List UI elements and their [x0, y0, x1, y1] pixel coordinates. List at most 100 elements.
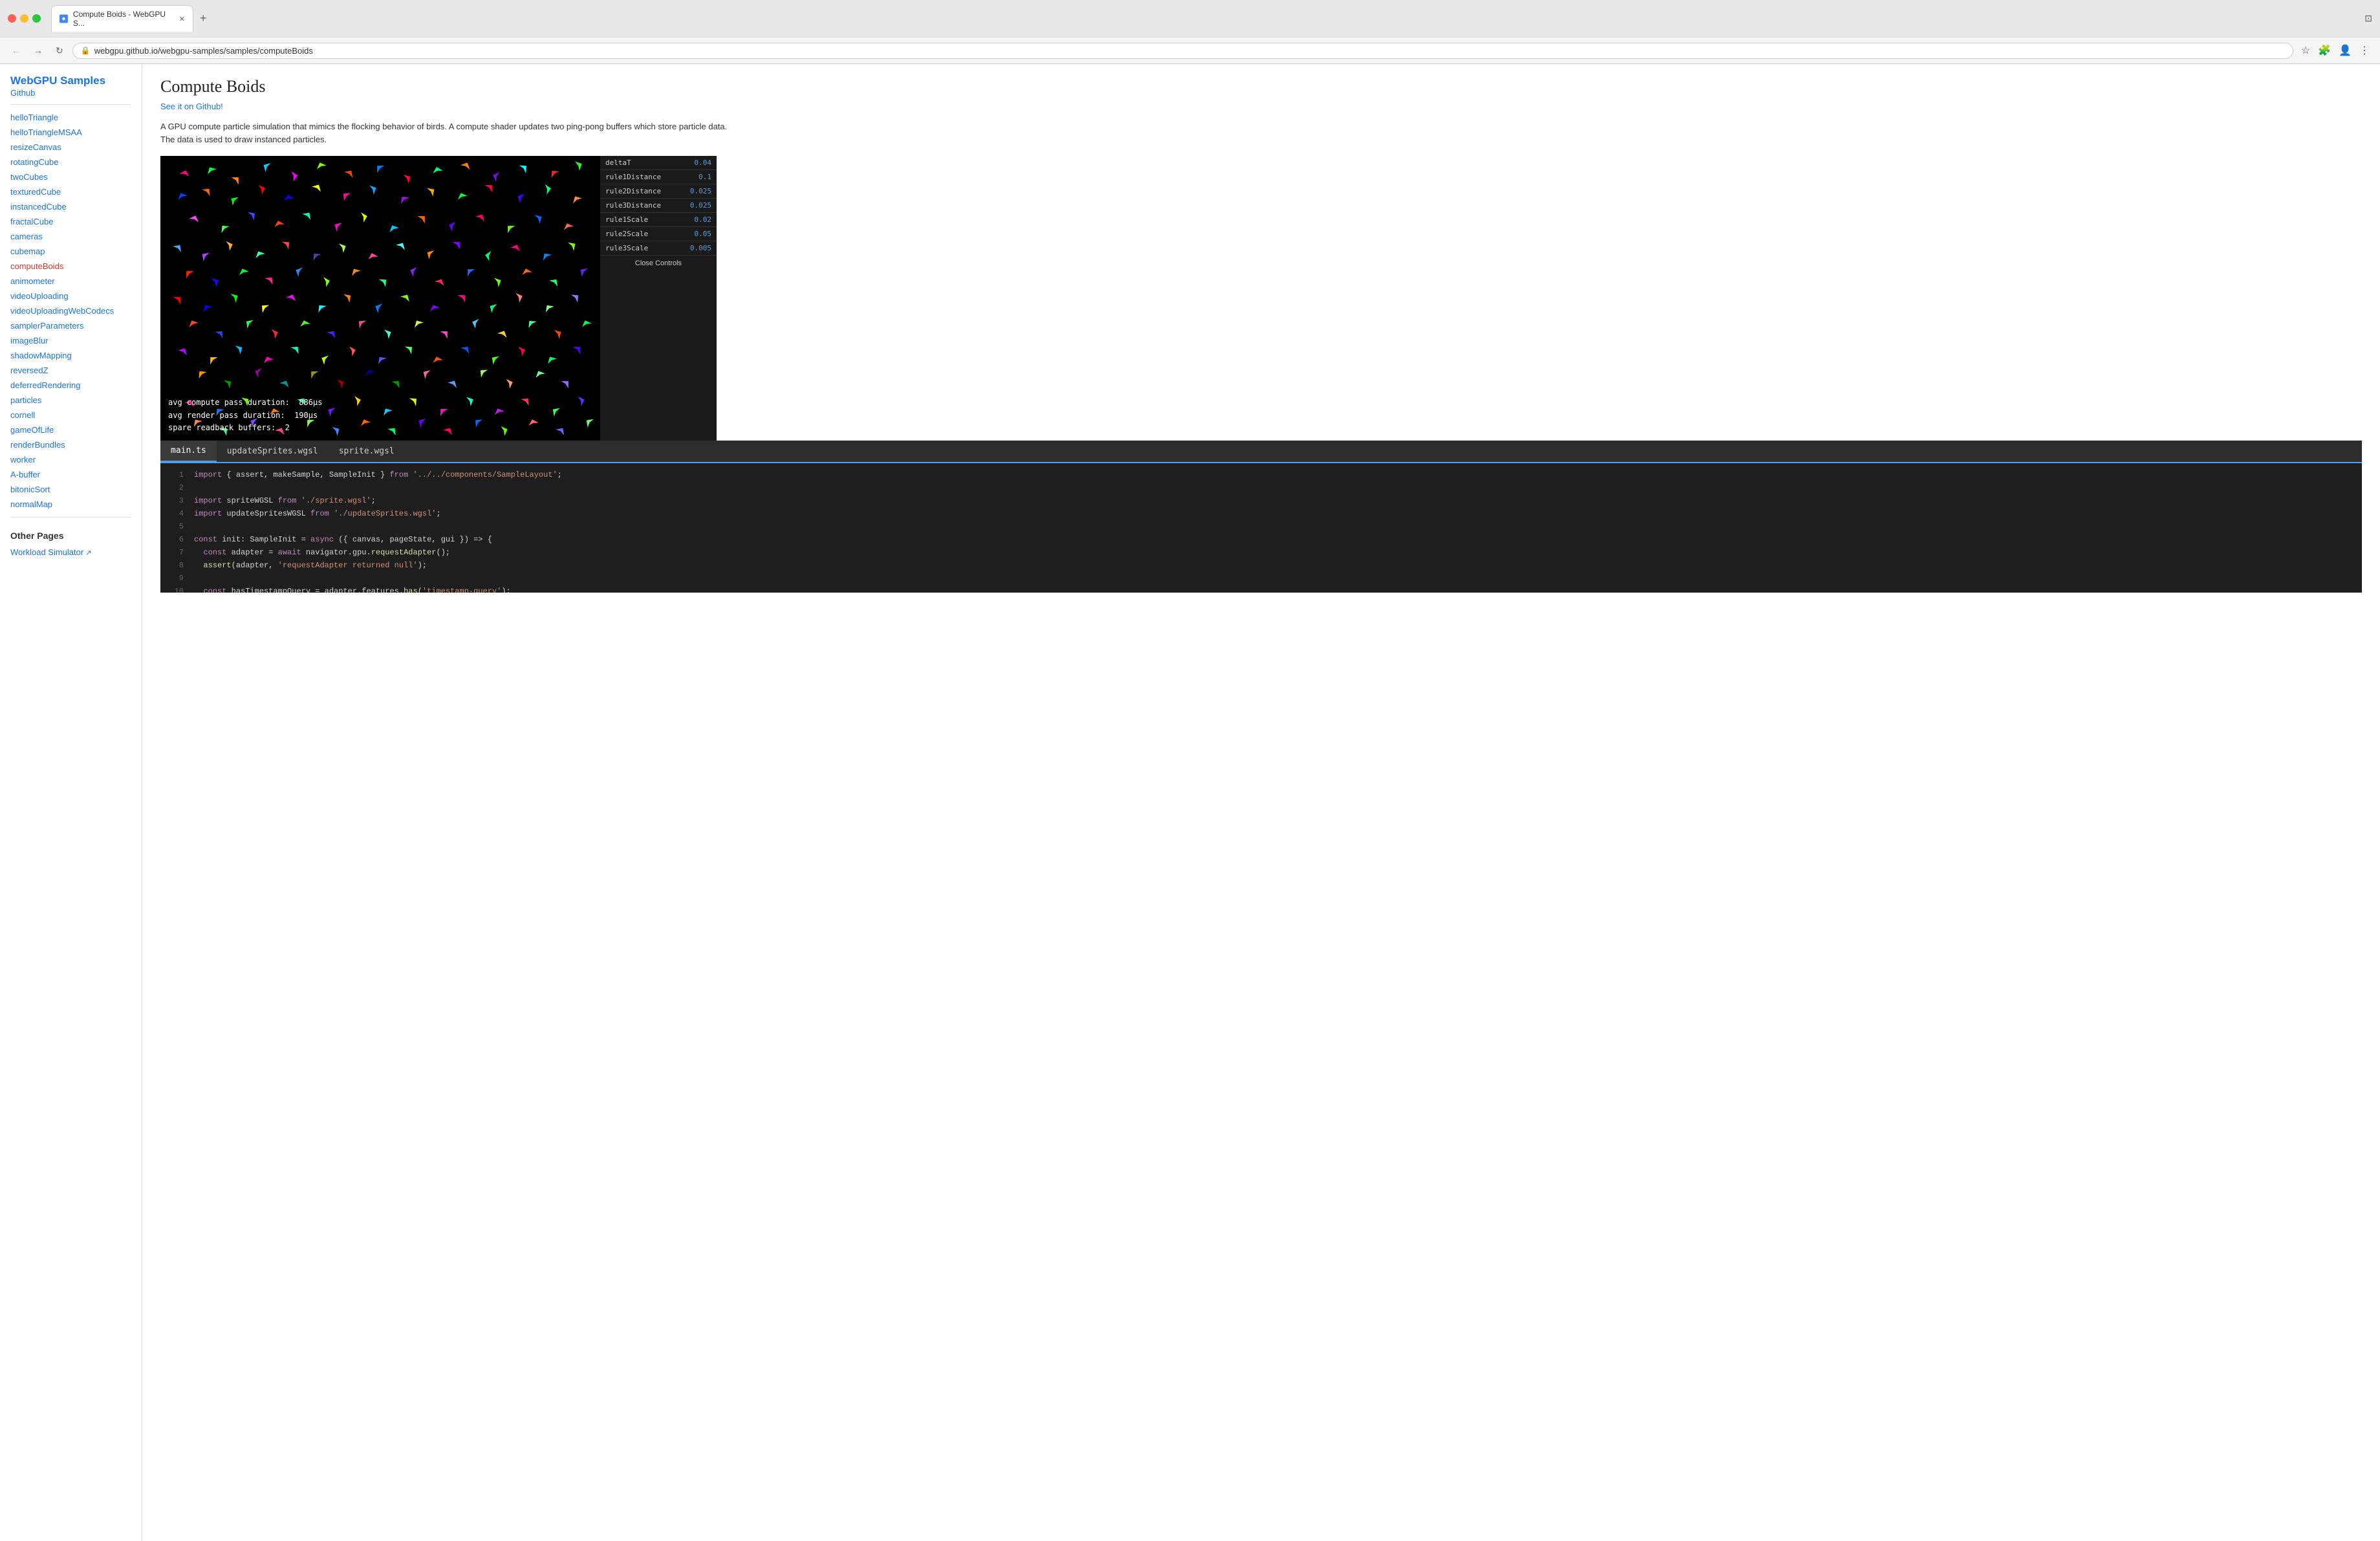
- stats-overlay: avg compute pass duration: 886µs avg ren…: [168, 397, 322, 434]
- browser-content: WebGPU Samples Github helloTrianglehello…: [0, 64, 2380, 1541]
- sidebar-nav-item[interactable]: instancedCube: [0, 199, 142, 214]
- control-row: rule1Distance0.1: [600, 170, 717, 184]
- control-label: rule2Scale: [605, 230, 648, 238]
- sidebar-nav-item[interactable]: samplerParameters: [0, 318, 142, 333]
- control-row: rule3Distance 0.025: [600, 199, 717, 213]
- close-button[interactable]: [8, 14, 16, 23]
- browser-chrome: Compute Boids - WebGPU S... ✕ + ⊡ ← → ↻ …: [0, 0, 2380, 64]
- sidebar-nav-item[interactable]: bitonicSort: [0, 482, 142, 497]
- line-number: 8: [168, 560, 184, 571]
- sidebar-nav-item[interactable]: cubemap: [0, 244, 142, 259]
- page-title: Compute Boids: [160, 77, 2362, 96]
- menu-button[interactable]: ⋮: [2357, 41, 2372, 60]
- code-section: main.tsupdateSprites.wgslsprite.wgsl 1 im…: [160, 441, 2362, 593]
- sidebar-nav-item[interactable]: gameOfLife: [0, 422, 142, 437]
- sidebar-nav-item[interactable]: videoUploadingWebCodecs: [0, 303, 142, 318]
- line-number: 6: [168, 534, 184, 545]
- control-value[interactable]: 0.04: [695, 158, 712, 167]
- code-content: const hasTimestampQuery = adapter.featur…: [194, 585, 511, 593]
- sidebar-nav-item[interactable]: reversedZ: [0, 363, 142, 378]
- line-number: 9: [168, 573, 184, 584]
- profile-button[interactable]: 👤: [2336, 41, 2354, 60]
- control-label: rule1Scale: [605, 215, 648, 224]
- sidebar-nav-item[interactable]: renderBundles: [0, 437, 142, 452]
- minimize-button[interactable]: [20, 14, 28, 23]
- sidebar-nav-item[interactable]: normalMap: [0, 497, 142, 512]
- render-stat: avg render pass duration: 190µs: [168, 411, 318, 420]
- code-tab[interactable]: main.ts: [160, 441, 217, 462]
- sidebar-nav-item[interactable]: cornell: [0, 408, 142, 422]
- main-content: Compute Boids See it on Github! A GPU co…: [142, 64, 2380, 1541]
- sidebar-nav-item[interactable]: helloTriangleMSAA: [0, 125, 142, 140]
- code-line: 1 import { assert, makeSample, SampleInit…: [160, 468, 2362, 481]
- forward-button[interactable]: →: [30, 43, 47, 58]
- control-value[interactable]: 0.025: [690, 201, 711, 210]
- control-label: rule2Distance: [605, 187, 661, 195]
- code-content: import spriteWGSL from './sprite.wgsl';: [194, 495, 376, 507]
- tab-title: Compute Boids - WebGPU S...: [73, 10, 171, 28]
- code-tab[interactable]: updateSprites.wgsl: [217, 441, 329, 462]
- code-line: 4import updateSpritesWGSL from './update…: [160, 507, 2362, 520]
- bookmark-button[interactable]: ☆: [2299, 41, 2313, 60]
- code-content: assert(adapter, 'requestAdapter returned…: [194, 560, 427, 571]
- canvas-container: avg compute pass duration: 886µs avg ren…: [160, 156, 600, 441]
- sidebar-nav-item[interactable]: A-buffer: [0, 467, 142, 482]
- active-tab[interactable]: Compute Boids - WebGPU S... ✕: [51, 5, 193, 32]
- sidebar-github-link[interactable]: Github: [0, 83, 45, 100]
- sidebar-nav-item[interactable]: rotatingCube: [0, 155, 142, 169]
- control-value[interactable]: 0.1: [698, 173, 711, 181]
- restore-down-icon[interactable]: ⊡: [2364, 13, 2372, 24]
- line-number: 4: [168, 508, 184, 519]
- nav-bar: ← → ↻ 🔒 webgpu.github.io/webgpu-samples/…: [0, 37, 2380, 63]
- tab-favicon-icon: [60, 14, 68, 23]
- workload-simulator-link[interactable]: Workload Simulator: [0, 543, 142, 561]
- sidebar-nav-item[interactable]: cameras: [0, 229, 142, 244]
- control-label: rule3Distance: [605, 201, 661, 210]
- control-value[interactable]: 0.02: [695, 215, 712, 224]
- sidebar-nav-item[interactable]: helloTriangle: [0, 110, 142, 125]
- sidebar-nav-item[interactable]: computeBoids: [0, 259, 142, 274]
- sidebar-nav-item[interactable]: deferredRendering: [0, 378, 142, 393]
- sidebar-nav-item[interactable]: fractalCube: [0, 214, 142, 229]
- url-bar[interactable]: 🔒 webgpu.github.io/webgpu-samples/sample…: [72, 43, 2293, 59]
- control-value[interactable]: 0.025: [690, 187, 711, 195]
- tab-close-button[interactable]: ✕: [179, 15, 185, 23]
- new-tab-button[interactable]: +: [196, 12, 211, 25]
- window-controls: [8, 14, 41, 23]
- extensions-button[interactable]: 🧩: [2315, 41, 2333, 60]
- control-value[interactable]: 0.05: [695, 230, 712, 238]
- code-line: 6const init: SampleInit = async ({ canva…: [160, 533, 2362, 546]
- control-value[interactable]: 0.005: [690, 244, 711, 252]
- close-controls-button[interactable]: Close Controls: [600, 256, 717, 271]
- line-number: 2: [168, 482, 184, 494]
- description: A GPU compute particle simulation that m…: [160, 120, 742, 146]
- sidebar-nav-item[interactable]: animometer: [0, 274, 142, 289]
- code-tab[interactable]: sprite.wgsl: [329, 441, 405, 462]
- nav-actions: ☆ 🧩 👤 ⋮: [2299, 41, 2372, 60]
- github-link[interactable]: See it on Github!: [160, 102, 2362, 111]
- code-line: 8 assert(adapter, 'requestAdapter return…: [160, 559, 2362, 572]
- line-number: 5: [168, 521, 184, 532]
- other-pages-heading: Other Pages: [0, 523, 142, 543]
- sidebar-nav-item[interactable]: imageBlur: [0, 333, 142, 348]
- sidebar-nav-item[interactable]: worker: [0, 452, 142, 467]
- sidebar-nav-item[interactable]: particles: [0, 393, 142, 408]
- code-content: import { assert, makeSample, SampleInit …: [194, 469, 562, 481]
- line-number: 1: [168, 469, 184, 481]
- back-button[interactable]: ←: [8, 43, 25, 58]
- reload-button[interactable]: ↻: [52, 43, 67, 59]
- url-text: webgpu.github.io/webgpu-samples/samples/…: [94, 46, 2285, 56]
- sidebar-nav-item[interactable]: resizeCanvas: [0, 140, 142, 155]
- sidebar-nav-item[interactable]: videoUploading: [0, 289, 142, 303]
- line-number: 10: [168, 585, 184, 593]
- control-row: rule2Distance 0.025: [600, 184, 717, 199]
- sidebar: WebGPU Samples Github helloTrianglehello…: [0, 64, 142, 1541]
- sidebar-nav: helloTrianglehelloTriangleMSAAresizeCanv…: [0, 110, 142, 512]
- maximize-button[interactable]: [32, 14, 41, 23]
- sidebar-nav-item[interactable]: texturedCube: [0, 184, 142, 199]
- code-content: const adapter = await navigator.gpu.requ…: [194, 547, 450, 558]
- sidebar-nav-item[interactable]: twoCubes: [0, 169, 142, 184]
- control-row: rule3Scale0.005: [600, 241, 717, 256]
- code-view: 1 import { assert, makeSample, SampleInit…: [160, 463, 2362, 593]
- sidebar-nav-item[interactable]: shadowMapping: [0, 348, 142, 363]
